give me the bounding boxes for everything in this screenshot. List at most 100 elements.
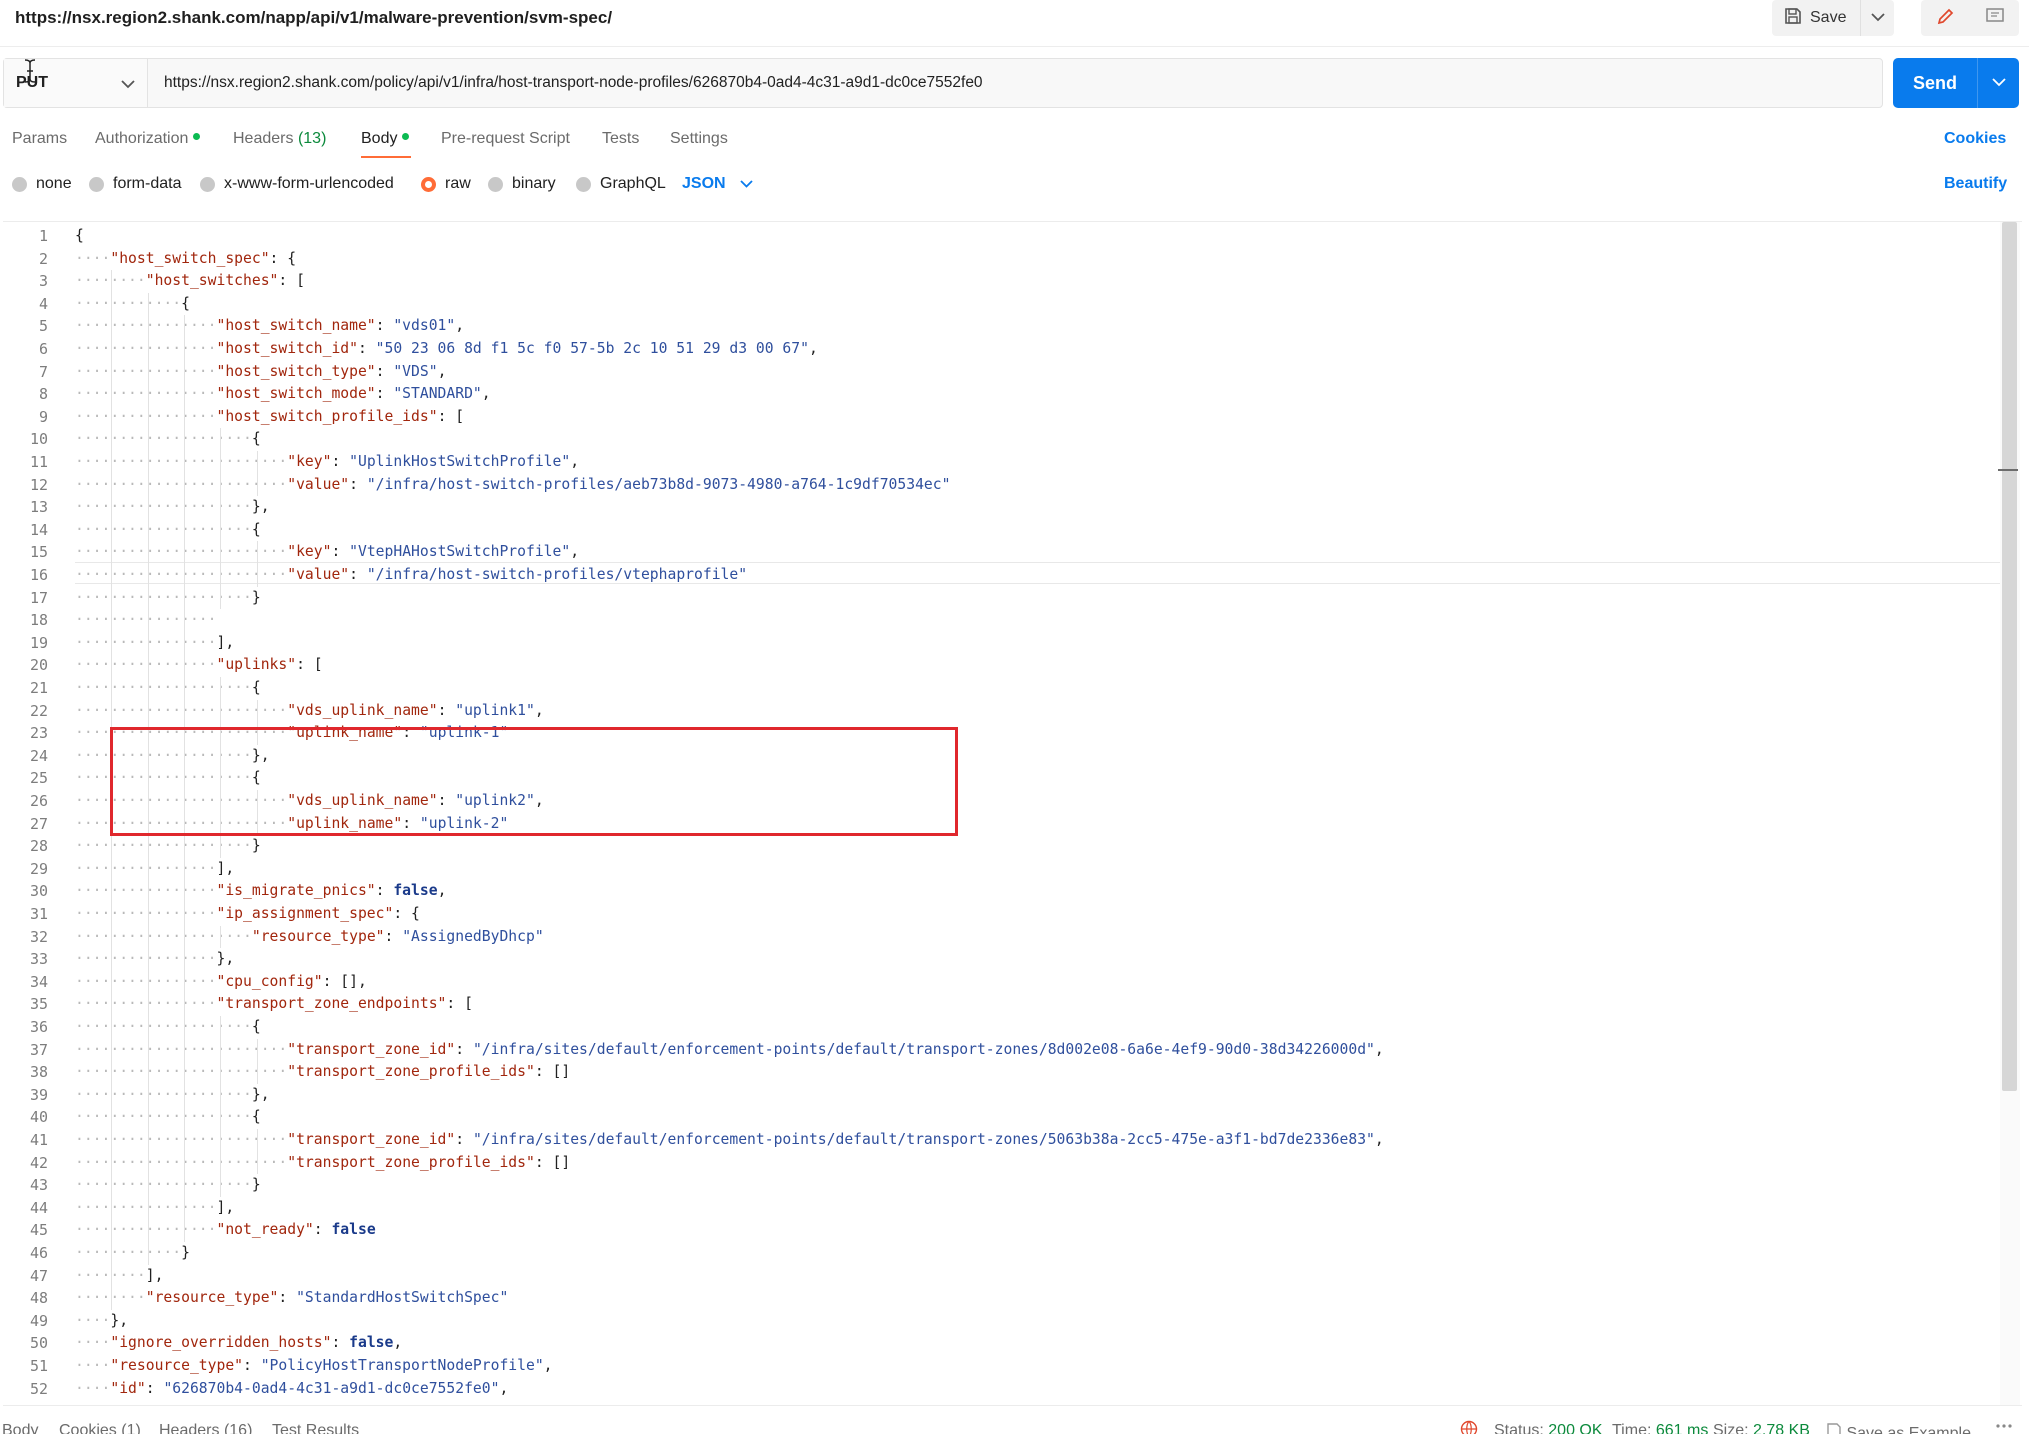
code-line[interactable]: ················"host_switch_mode": "STA… (75, 383, 491, 406)
code-line[interactable]: ············} (75, 1242, 190, 1265)
code-line[interactable]: ························"key": "UplinkHo… (75, 451, 579, 474)
code-line[interactable]: ················}, (75, 948, 234, 971)
json-punctuation: ], (145, 1266, 164, 1284)
radio-none[interactable]: none (12, 175, 72, 193)
tab-label: Body (2, 1422, 39, 1434)
editor-scrollbar-thumb[interactable] (2002, 222, 2017, 1091)
code-line[interactable]: ················"host_switch_id": "50 23… (75, 338, 818, 361)
code-line[interactable]: ····"host_switch_spec": { (75, 248, 296, 271)
save-button[interactable]: Save (1772, 0, 1860, 36)
save-options-button[interactable] (1860, 0, 1894, 36)
indent-guide (111, 1016, 113, 1039)
line-number: 1 (38, 227, 48, 245)
code-line[interactable]: ················"cpu_config": [], (75, 971, 367, 994)
code-line[interactable]: ················"transport_zone_endpoint… (75, 993, 473, 1016)
code-line[interactable]: ····················{ (75, 428, 261, 451)
code-line[interactable]: ················"host_switch_name": "vds… (75, 315, 464, 338)
json-punctuation: { (251, 1108, 261, 1126)
code-line[interactable]: ····················} (75, 1174, 261, 1197)
code-line[interactable]: ························"transport_zone_… (75, 1039, 1384, 1062)
code-line[interactable]: ····················{ (75, 519, 261, 542)
code-line[interactable]: ················"host_switch_type": "VDS… (75, 361, 446, 384)
more-icon[interactable] (1994, 1416, 2014, 1434)
tab-pre-request-script[interactable]: Pre-request Script (441, 130, 570, 148)
code-line[interactable]: ························"transport_zone_… (75, 1152, 570, 1175)
line-number: 15 (29, 543, 48, 562)
code-line[interactable]: ························"value": "/infra… (75, 564, 747, 587)
json-punctuation: } (251, 837, 261, 855)
code-line[interactable]: ························"key": "VtepHAHo… (75, 541, 579, 564)
language-select[interactable]: JSON (682, 175, 753, 193)
tab-tests[interactable]: Tests (602, 130, 639, 148)
code-line[interactable]: ························"transport_zone_… (75, 1061, 570, 1084)
radio-raw[interactable]: raw (421, 175, 471, 193)
radio-graphql[interactable]: GraphQL (576, 175, 666, 193)
response-tab-test-results[interactable]: Test Results (272, 1422, 359, 1434)
tab-headers[interactable]: Headers (13) (233, 130, 326, 148)
code-line[interactable]: ····················} (75, 835, 261, 858)
indent-guide (147, 993, 149, 1016)
indent-guide (183, 1151, 185, 1175)
code-line[interactable]: ························"vds_uplink_name… (75, 700, 544, 723)
indent-guide (111, 518, 113, 542)
code-line[interactable]: ················], (75, 858, 234, 881)
globe-icon[interactable] (1460, 1420, 1478, 1434)
radio-form-data[interactable]: form-data (89, 175, 181, 193)
code-line[interactable]: ····················}, (75, 496, 270, 519)
code-line[interactable]: ····················}, (75, 1084, 270, 1107)
edit-button[interactable] (1921, 0, 1970, 36)
cookies-link[interactable]: Cookies (1944, 130, 2006, 148)
indent-whitespace: ························ (75, 566, 288, 583)
indent-guide (147, 654, 149, 677)
code-line[interactable]: ····"id": "626870b4-0ad4-4c31-a9d1-dc0ce… (75, 1378, 508, 1401)
save-as-example-button[interactable]: Save as Example (1826, 1422, 1971, 1434)
code-line[interactable]: ····"resource_type": "PolicyHostTranspor… (75, 1355, 553, 1378)
tab-settings[interactable]: Settings (670, 130, 728, 148)
code-line[interactable]: ················ (75, 609, 216, 632)
code-line[interactable]: ························"transport_zone_… (75, 1129, 1384, 1152)
tab-params[interactable]: Params (12, 130, 67, 148)
beautify-link[interactable]: Beautify (1944, 175, 2007, 193)
response-tab-cookies[interactable]: Cookies (1) (59, 1422, 141, 1434)
request-title[interactable]: https://nsx.region2.shank.com/napp/api/v… (15, 8, 612, 28)
code-line[interactable]: ····················{ (75, 1016, 261, 1039)
tab-body[interactable]: Body (361, 130, 410, 148)
send-button[interactable]: Send (1893, 58, 1977, 108)
response-tab-body[interactable]: Body (2, 1422, 38, 1434)
indent-guide (183, 315, 185, 338)
code-line[interactable]: ················"not_ready": false (75, 1219, 376, 1242)
indent-guide (147, 1016, 149, 1039)
url-input[interactable]: https://nsx.region2.shank.com/policy/api… (148, 59, 983, 107)
code-line[interactable]: ················"host_switch_profile_ids… (75, 406, 464, 429)
indent-guide (220, 518, 222, 542)
send-options-button[interactable] (1977, 58, 2019, 108)
code-line[interactable]: ················"ip_assignment_spec": { (75, 903, 420, 926)
code-line[interactable]: ····················} (75, 587, 261, 610)
code-line[interactable]: ········"host_switches": [ (75, 270, 305, 293)
indent-guide (183, 564, 185, 587)
indent-whitespace: ···················· (75, 1108, 252, 1126)
code-line[interactable]: ········], (75, 1265, 163, 1288)
code-line[interactable]: ················], (75, 1197, 234, 1220)
code-line[interactable]: ····}, (75, 1310, 128, 1333)
code-line[interactable]: ········"resource_type": "StandardHostSw… (75, 1287, 508, 1310)
code-line[interactable]: ························"value": "/infra… (75, 474, 950, 497)
json-punctuation: : (145, 1379, 164, 1397)
code-editor[interactable]: 1 2 3 4 5 6 7 8 9 10 11 12 13 14 15 16 17 18 19 20 21 22 23 24 2… (3, 221, 2022, 1406)
radio-binary[interactable]: binary (488, 175, 556, 193)
code-line[interactable]: ················"is_migrate_pnics": fals… (75, 880, 446, 903)
code-line[interactable]: ················], (75, 632, 234, 655)
json-punctuation: : (375, 882, 394, 900)
response-tab-headers[interactable]: Headers (16) (159, 1422, 252, 1434)
code-line[interactable]: { (75, 225, 84, 248)
code-line[interactable]: ····················{ (75, 1106, 261, 1129)
code-line[interactable]: ············{ (75, 293, 190, 316)
code-line[interactable]: ····················{ (75, 677, 261, 700)
code-line[interactable]: ····"ignore_overridden_hosts": false, (75, 1332, 402, 1355)
comments-button[interactable] (1970, 0, 2019, 36)
indent-whitespace: ············ (75, 1244, 182, 1261)
json-string: "uplink1" (455, 701, 535, 719)
radio-x-www-form-urlencoded[interactable]: x-www-form-urlencoded (200, 175, 394, 193)
tab-authorization[interactable]: Authorization (95, 130, 201, 148)
code-line[interactable]: ····················"resource_type": "As… (75, 926, 544, 949)
